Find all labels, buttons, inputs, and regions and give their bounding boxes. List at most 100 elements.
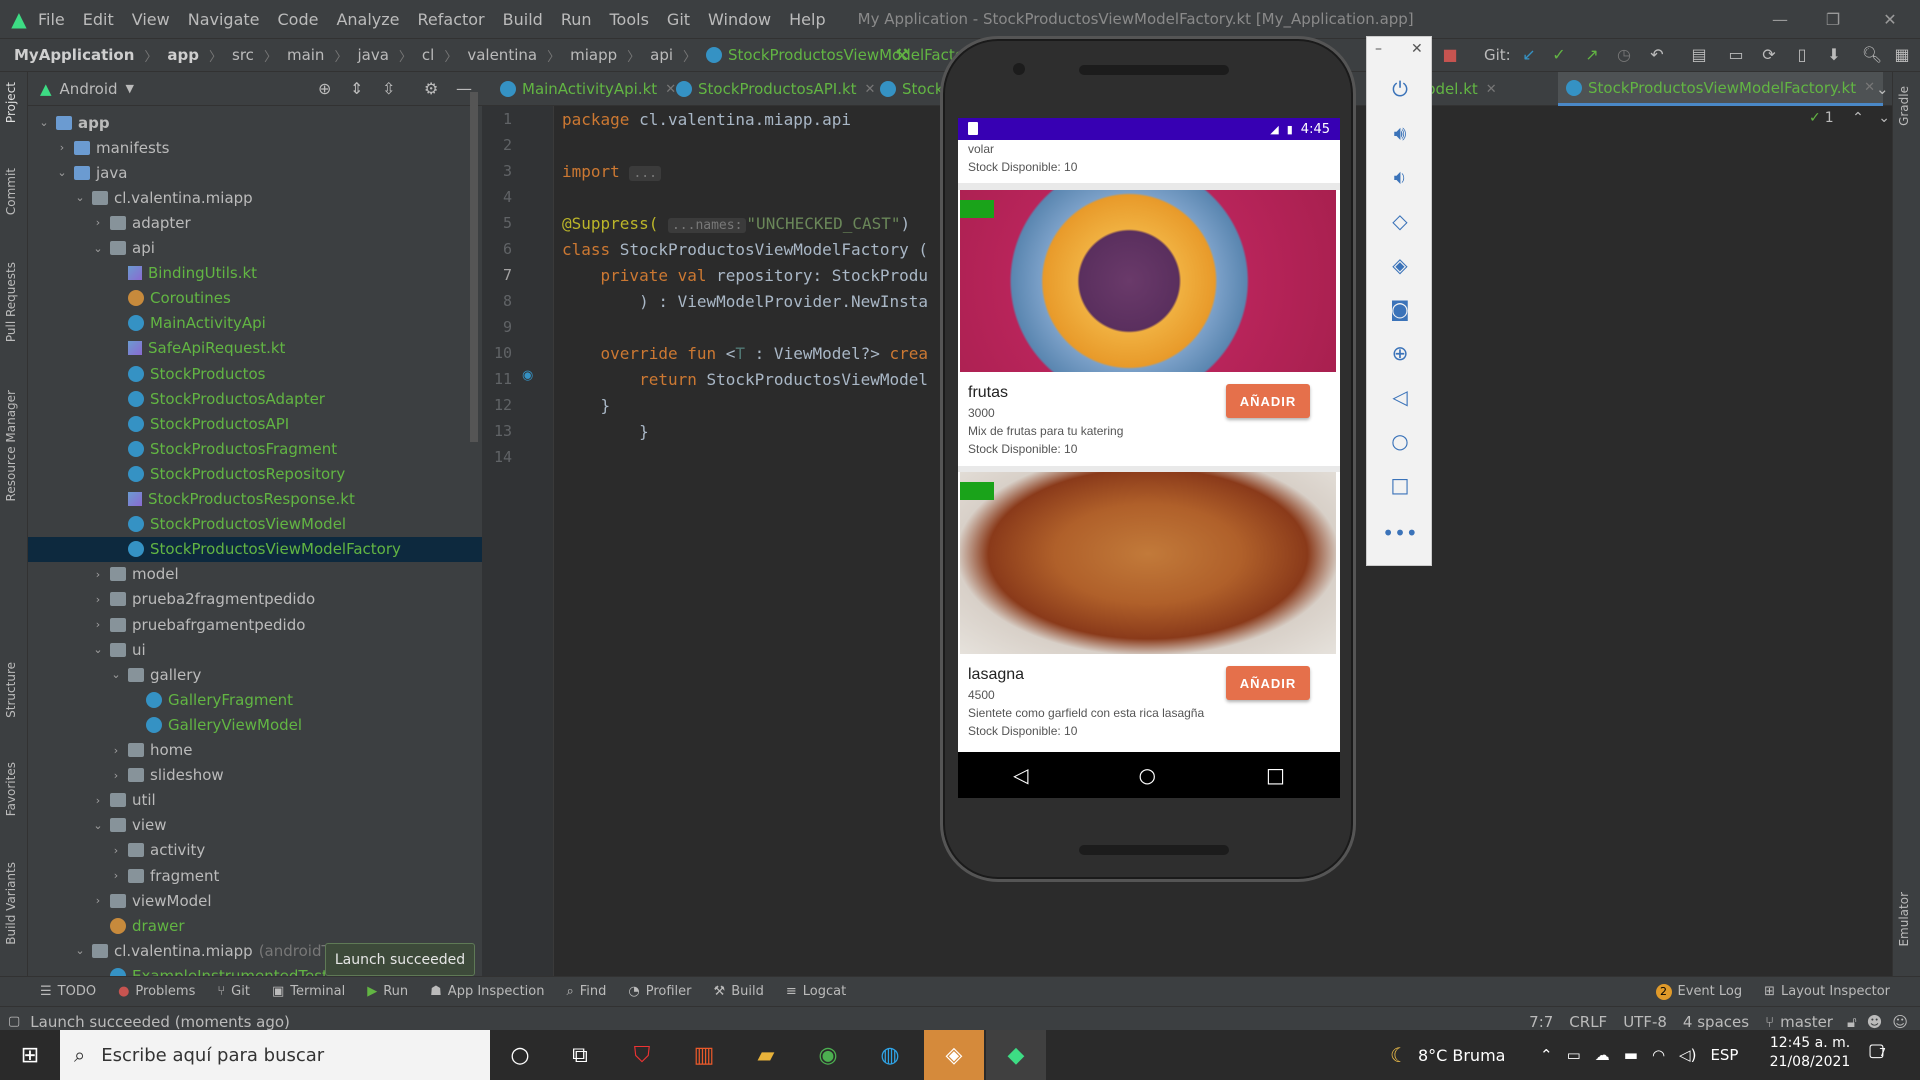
resource-manager-tool-tab[interactable]: Resource Manager bbox=[4, 390, 24, 501]
search-icon[interactable]: 🔍︎ bbox=[1858, 40, 1886, 68]
collapsed-chevron-icon[interactable]: › bbox=[90, 894, 106, 907]
inspector-face-icon[interactable]: ☻ bbox=[1867, 1013, 1883, 1031]
profiler-tool-button[interactable]: ◔ Profiler bbox=[628, 984, 691, 999]
tree-item[interactable]: ⌄ gallery bbox=[28, 662, 482, 687]
breadcrumb-api[interactable]: api bbox=[650, 46, 673, 64]
collapsed-chevron-icon[interactable]: › bbox=[90, 216, 106, 229]
wifi-icon[interactable]: ◠ bbox=[1652, 1046, 1665, 1064]
android-studio-taskbar-icon[interactable]: ◈ bbox=[924, 1030, 984, 1080]
collapsed-chevron-icon[interactable]: › bbox=[108, 869, 124, 882]
tray-chevron-icon[interactable]: ⌃ bbox=[1540, 1046, 1553, 1064]
gear-icon[interactable]: ⚙ bbox=[424, 79, 438, 98]
tree-item[interactable]: › prueba2fragmentpedido bbox=[28, 587, 482, 612]
rollback-icon[interactable]: ↶ bbox=[1643, 40, 1671, 68]
tree-item[interactable]: › adapter bbox=[28, 210, 482, 235]
meet-now-icon[interactable]: ▭ bbox=[1567, 1046, 1581, 1064]
input-language[interactable]: ESP bbox=[1710, 1046, 1738, 1064]
tree-item[interactable]: › activity bbox=[28, 838, 482, 863]
rotate-right-icon[interactable]: ◈ bbox=[1367, 243, 1433, 287]
indent-setting[interactable]: 4 spaces bbox=[1683, 1013, 1749, 1031]
collapsed-chevron-icon[interactable]: › bbox=[90, 794, 106, 807]
battery-tray-icon[interactable]: ▬ bbox=[1624, 1046, 1638, 1064]
problems-tool-button[interactable]: ● Problems bbox=[118, 984, 195, 999]
tree-item[interactable]: ⌄ app bbox=[28, 110, 482, 135]
add-to-cart-button[interactable]: AÑADIR bbox=[1226, 666, 1310, 700]
volume-down-icon[interactable]: 🔉︎ bbox=[1367, 155, 1433, 199]
add-to-cart-button[interactable]: AÑADIR bbox=[1226, 384, 1310, 418]
file-encoding[interactable]: UTF-8 bbox=[1623, 1013, 1667, 1031]
collapse-all-icon[interactable]: ⇳ bbox=[382, 79, 395, 98]
settings-icon[interactable]: ▦ bbox=[1888, 40, 1916, 68]
power-icon[interactable]: ⏻ bbox=[1367, 67, 1433, 111]
breadcrumb-app[interactable]: app bbox=[167, 46, 199, 64]
run-tool-button[interactable]: ▶ Run bbox=[367, 984, 408, 999]
breadcrumb-java[interactable]: java bbox=[357, 46, 388, 64]
expanded-chevron-icon[interactable]: ⌄ bbox=[72, 944, 88, 957]
collapsed-chevron-icon[interactable]: › bbox=[108, 744, 124, 757]
git-update-icon[interactable]: ↙ bbox=[1515, 40, 1543, 68]
breadcrumb-main[interactable]: main bbox=[287, 46, 324, 64]
home-icon[interactable]: ○ bbox=[1139, 763, 1156, 787]
menu-file[interactable]: File bbox=[38, 10, 65, 29]
inspection-widget[interactable]: ✓ 1 ⌃ ⌄ bbox=[1809, 110, 1890, 126]
logcat-tool-button[interactable]: ≡ Logcat bbox=[786, 984, 846, 999]
git-commit-icon[interactable]: ✓ bbox=[1545, 40, 1573, 68]
expanded-chevron-icon[interactable]: ⌄ bbox=[108, 668, 124, 681]
folded-imports[interactable]: ... bbox=[629, 166, 661, 181]
sync-gradle-icon[interactable]: ⟳ bbox=[1755, 40, 1783, 68]
clock[interactable]: 12:45 a. m. 21/08/2021 bbox=[1760, 1032, 1860, 1078]
menu-help[interactable]: Help bbox=[789, 10, 825, 29]
breadcrumb-cl[interactable]: cl bbox=[422, 46, 434, 64]
tree-item[interactable]: ⌄ api bbox=[28, 236, 482, 261]
tree-item[interactable]: drawer bbox=[28, 913, 482, 938]
task-view-icon[interactable]: ⧉ bbox=[550, 1030, 610, 1080]
screenshot-camera-icon[interactable]: ◙ bbox=[1367, 287, 1433, 331]
overview-icon[interactable]: □ bbox=[1367, 463, 1433, 507]
collapsed-chevron-icon[interactable]: › bbox=[90, 618, 106, 631]
caret-position[interactable]: 7:7 bbox=[1529, 1013, 1553, 1031]
tree-item[interactable]: StockProductosAdapter bbox=[28, 386, 482, 411]
app-inspection-tool-button[interactable]: ☗ App Inspection bbox=[430, 984, 544, 999]
todo-tool-button[interactable]: ☰ TODO bbox=[40, 984, 96, 999]
collapsed-chevron-icon[interactable]: › bbox=[90, 593, 106, 606]
tree-item[interactable]: StockProductosViewModelFactory bbox=[28, 536, 482, 562]
tree-scrollbar[interactable] bbox=[470, 92, 478, 442]
breadcrumb-src[interactable]: src bbox=[232, 46, 254, 64]
tree-item[interactable]: StockProductosRepository bbox=[28, 461, 482, 486]
tree-item[interactable]: › slideshow bbox=[28, 763, 482, 788]
tree-item[interactable]: ⌄ java bbox=[28, 160, 482, 185]
collapsed-chevron-icon[interactable]: › bbox=[54, 141, 70, 154]
close-emulator-icon[interactable]: ✕ bbox=[1411, 41, 1423, 57]
volume-icon[interactable]: ◁) bbox=[1679, 1046, 1696, 1064]
tree-item[interactable]: Coroutines bbox=[28, 286, 482, 311]
mcafee-icon[interactable]: ⛉ bbox=[612, 1030, 672, 1080]
restore-window-button[interactable]: ❐ bbox=[1803, 0, 1863, 38]
collapsed-chevron-icon[interactable]: › bbox=[108, 769, 124, 782]
rotate-left-icon[interactable]: ◇ bbox=[1367, 199, 1433, 243]
tree-item[interactable]: › manifests bbox=[28, 135, 482, 160]
chrome-icon[interactable]: ◉ bbox=[798, 1030, 858, 1080]
project-view-selector[interactable]: Android bbox=[60, 80, 118, 98]
tree-item[interactable]: › model bbox=[28, 562, 482, 587]
tab-mainactivityapi[interactable]: MainActivityApi.kt ✕ bbox=[492, 72, 684, 106]
emulator-tool-tab[interactable]: Emulator bbox=[1897, 892, 1917, 947]
back-icon[interactable]: ◁ bbox=[1367, 375, 1433, 419]
line-separator[interactable]: CRLF bbox=[1569, 1013, 1607, 1031]
expanded-chevron-icon[interactable]: ⌄ bbox=[72, 191, 88, 204]
menu-code[interactable]: Code bbox=[278, 10, 319, 29]
git-branch[interactable]: master bbox=[1780, 1013, 1833, 1031]
menu-refactor[interactable]: Refactor bbox=[418, 10, 485, 29]
product-card[interactable]: frutas 3000 Mix de frutas para tu kateri… bbox=[958, 190, 1340, 466]
menu-build[interactable]: Build bbox=[503, 10, 543, 29]
tree-item[interactable]: › viewModel bbox=[28, 888, 482, 913]
close-tab-icon[interactable]: ✕ bbox=[1486, 82, 1497, 97]
menu-edit[interactable]: Edit bbox=[83, 10, 114, 29]
find-tool-button[interactable]: ⌕ Find bbox=[566, 984, 606, 999]
build-tool-button[interactable]: ⚒ Build bbox=[714, 984, 764, 999]
tree-item[interactable]: GalleryFragment bbox=[28, 687, 482, 712]
menu-navigate[interactable]: Navigate bbox=[188, 10, 260, 29]
close-window-button[interactable]: ✕ bbox=[1860, 0, 1920, 38]
windows-start-icon[interactable]: ⊞ bbox=[0, 1030, 60, 1080]
edge-icon[interactable]: ◍ bbox=[860, 1030, 920, 1080]
volume-up-icon[interactable]: 🔊︎ bbox=[1367, 111, 1433, 155]
